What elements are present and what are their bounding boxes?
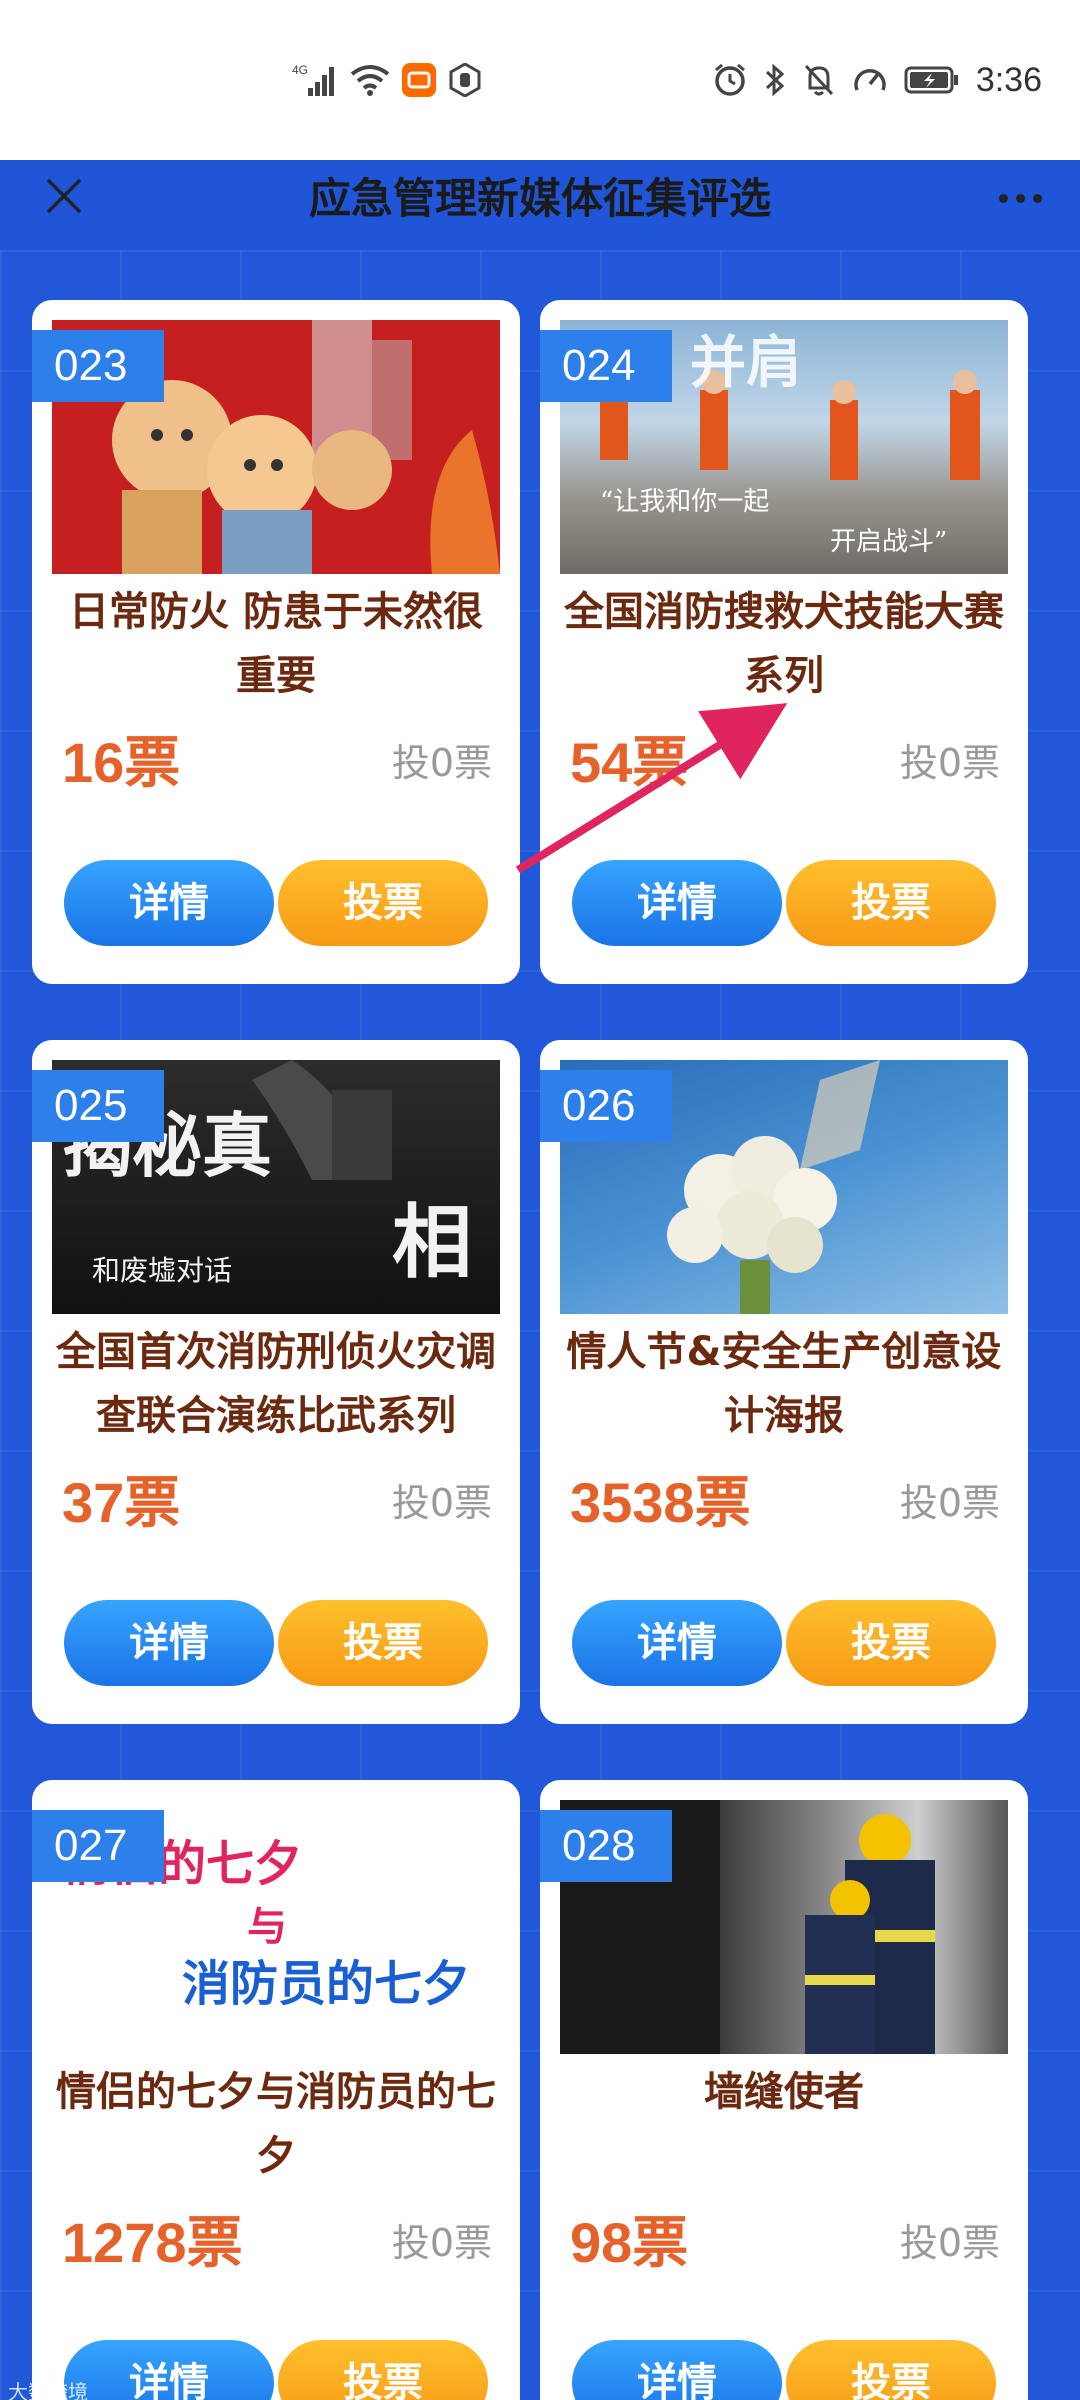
entries-grid: 023 日常防火 防患于未然很重要 16票 投0票 详情 投票 并肩 “让我和你…: [0, 250, 1080, 2400]
my-vote-count: 投0票: [899, 741, 1000, 785]
entry-title: 情侣的七夕与消防员的七夕: [56, 2069, 496, 2179]
mute-icon: [802, 62, 836, 98]
more-icon: [998, 193, 1008, 203]
entry-card[interactable]: 揭秘真 相 和废墟对话 025 全国首次消防刑侦火灾调查联合演练比武系列 37票…: [32, 1040, 520, 1724]
svg-text:与: 与: [247, 1904, 287, 1950]
entry-card[interactable]: 023 日常防火 防患于未然很重要 16票 投0票 详情 投票: [32, 300, 520, 984]
detail-button[interactable]: 详情: [64, 860, 274, 946]
vote-button[interactable]: 投票: [786, 860, 996, 946]
entry-number-badge: 024: [540, 330, 672, 402]
entry-vote-count: 98票: [570, 2211, 689, 2274]
vote-button[interactable]: 投票: [786, 2340, 996, 2400]
status-time: 3:36: [975, 60, 1042, 99]
svg-text:相: 相: [392, 1195, 472, 1289]
entry-vote-count: 3538票: [570, 1471, 751, 1534]
detail-button[interactable]: 详情: [64, 1600, 274, 1686]
entry-card[interactable]: 情侣的七夕 与 消防员的七夕 027 情侣的七夕与消防员的七夕 1278票 投0…: [32, 1780, 520, 2400]
svg-text:开启战斗”: 开启战斗”: [830, 527, 947, 557]
alarm-icon: [712, 62, 748, 98]
entry-number-badge: 028: [540, 1810, 672, 1882]
entry-number-badge: 027: [32, 1810, 164, 1882]
signal-icon: 4G: [292, 62, 338, 98]
entry-vote-count: 37票: [62, 1471, 181, 1534]
entry-title: 墙缝使者: [704, 2069, 864, 2115]
entry-card[interactable]: 并肩 “让我和你一起 开启战斗” 024 全国消防搜救犬技能大赛系列 54票 投…: [540, 300, 1028, 984]
detail-button[interactable]: 详情: [572, 1600, 782, 1686]
speed-icon: [852, 62, 888, 98]
detail-button[interactable]: 详情: [64, 2340, 274, 2400]
entry-number-badge: 023: [32, 330, 164, 402]
vote-button[interactable]: 投票: [278, 2340, 488, 2400]
detail-button[interactable]: 详情: [572, 860, 782, 946]
wifi-icon: [350, 64, 390, 96]
entry-vote-count: 16票: [62, 731, 181, 794]
bluetooth-icon: [764, 62, 786, 98]
svg-text:和废墟对话: 和废墟对话: [92, 1254, 232, 1287]
watermark: 大数跨境: [8, 2380, 88, 2400]
entry-title: 情人节&安全生产创意设计海报: [566, 1329, 1002, 1439]
entry-number-badge: 025: [32, 1070, 164, 1142]
vote-button[interactable]: 投票: [278, 860, 488, 946]
svg-text:消防员的七夕: 消防员的七夕: [182, 1956, 470, 2012]
entry-card[interactable]: 028 墙缝使者 98票 投0票 详情 投票: [540, 1780, 1028, 2400]
hand-icon: [448, 63, 482, 97]
svg-text:4G: 4G: [292, 63, 308, 77]
svg-text:并肩: 并肩: [690, 331, 802, 396]
page-title: 应急管理新媒体征集评选: [308, 174, 771, 223]
detail-button[interactable]: 详情: [572, 2340, 782, 2400]
my-vote-count: 投0票: [391, 2221, 492, 2265]
entry-vote-count: 1278票: [62, 2211, 243, 2274]
entry-vote-count: 54票: [570, 731, 689, 794]
status-icons-left: 4G: [292, 58, 482, 102]
entry-title: 日常防火 防患于未然很重要: [69, 589, 483, 699]
entry-title: 全国首次消防刑侦火灾调查联合演练比武系列: [56, 1329, 496, 1439]
status-icons-right: 3:36: [712, 56, 1042, 104]
entry-card[interactable]: 026 情人节&安全生产创意设计海报 3538票 投0票 详情 投票: [540, 1040, 1028, 1724]
battery-icon: [904, 65, 960, 95]
svg-text:“让我和你一起: “让我和你一起: [600, 487, 769, 517]
vote-button[interactable]: 投票: [786, 1600, 996, 1686]
more-button[interactable]: [980, 160, 1060, 236]
my-vote-count: 投0票: [899, 1481, 1000, 1525]
vote-button[interactable]: 投票: [278, 1600, 488, 1686]
top-bar: 4G 3:36 应急管理新媒体征集评选: [0, 0, 1080, 223]
my-vote-count: 投0票: [391, 741, 492, 785]
entry-title: 全国消防搜救犬技能大赛系列: [564, 589, 1004, 699]
my-vote-count: 投0票: [391, 1481, 492, 1525]
mi-icon: [402, 63, 436, 97]
my-vote-count: 投0票: [899, 2221, 1000, 2265]
entry-number-badge: 026: [540, 1070, 672, 1142]
